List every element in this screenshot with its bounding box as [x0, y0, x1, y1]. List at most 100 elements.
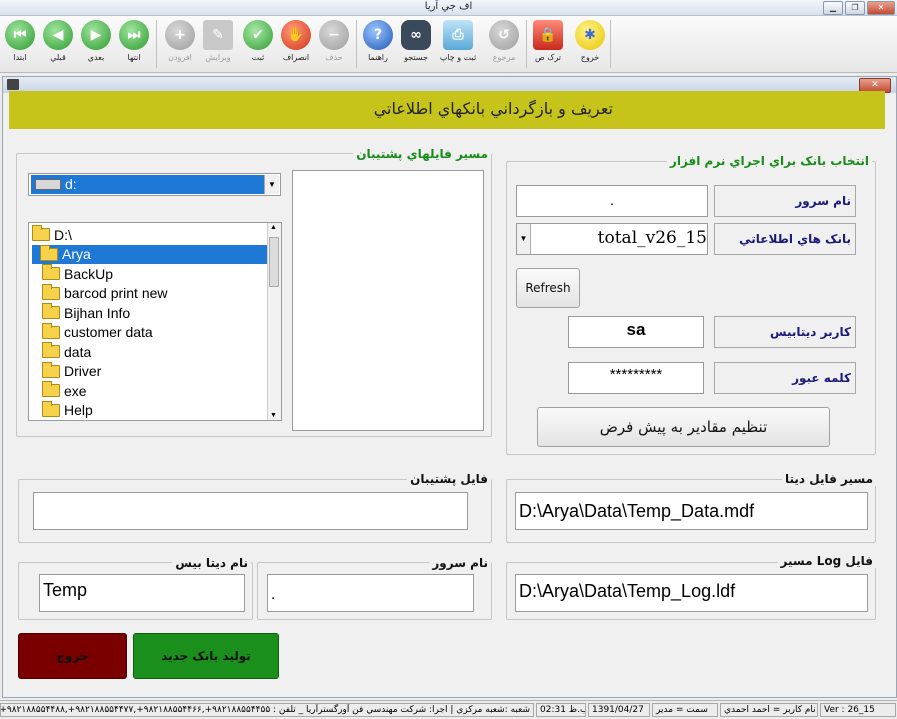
cancel-hand-icon: ✋ [281, 20, 311, 50]
tree-item[interactable]: data [32, 342, 268, 362]
server-label: نام سرور [714, 185, 856, 217]
close-button[interactable]: ✕ [867, 1, 895, 15]
save-print-button[interactable]: ⎙ ثبت و چاپ [438, 18, 478, 70]
tree-item[interactable]: exe [32, 381, 268, 401]
bank-select-legend: انتخاب بانک براي اجراي نرم افزار [666, 154, 872, 168]
tree-item[interactable]: Help [32, 400, 268, 421]
scroll-thumb[interactable] [269, 237, 279, 287]
last-record-button[interactable]: ⏭ انتها [114, 18, 154, 70]
folder-icon [42, 283, 60, 300]
first-record-button[interactable]: ⏮ ابتدا [0, 18, 40, 70]
add-button[interactable]: + افزودن [160, 18, 200, 70]
save-button[interactable]: ✔ ثبت [238, 18, 278, 70]
refresh-button[interactable]: Refresh [516, 268, 580, 308]
window-title-bar: اف جي آريا ▁ ❐ ✕ [0, 0, 897, 16]
db-user-label: کاربر ديتابيس [714, 316, 856, 348]
edit-button[interactable]: ✎ ويرايش [198, 18, 238, 70]
tree-item-label: Driver [64, 363, 102, 380]
db-name-input[interactable]: Temp [39, 574, 245, 612]
help-button[interactable]: ? راهنما [358, 18, 398, 70]
status-info: شعبه :شعبه مرکزي | اجرا: شرکت مهندسي فن … [0, 703, 534, 717]
scroll-down-icon[interactable]: ▼ [270, 412, 277, 419]
cancel-button[interactable]: ✋ انصراف [276, 18, 316, 70]
folder-icon [42, 322, 60, 339]
delete-button[interactable]: − حذف [314, 18, 354, 70]
database-label: بانک هاي اطلاعاتي [714, 223, 856, 255]
chevron-down-icon[interactable]: ▼ [264, 175, 279, 194]
server-name-input[interactable]: . [267, 574, 474, 612]
exit-app-button[interactable]: ✱ خروج [570, 18, 610, 70]
binoculars-search-icon: ∞ [401, 20, 431, 50]
tree-item[interactable]: customer data [32, 322, 268, 343]
folder-icon [42, 303, 60, 320]
tree-item-label: Help [64, 402, 93, 419]
drive-icon [35, 179, 61, 190]
form-header: تعريف و بازگرداني بانکهاي اطلاعاتي [9, 91, 885, 129]
tree-item-label: exe [64, 382, 87, 399]
database-form-window: ✕ تعريف و بازگرداني بانکهاي اطلاعاتي مسي… [2, 76, 897, 698]
tree-item-selected[interactable]: Arya [32, 244, 268, 264]
status-bar: Ver : 26_15 نام کاربر = احمد احمدي سمت =… [0, 700, 897, 719]
db-name-legend: نام ديتا بيس [172, 556, 251, 570]
tree-item[interactable]: barcod print new [32, 283, 268, 304]
last-record-icon: ⏭ [119, 20, 149, 50]
server-input[interactable]: . [516, 185, 708, 217]
window-title: اف جي آريا [424, 1, 473, 12]
help-icon: ? [363, 20, 393, 50]
status-date: 1391/04/27 [588, 703, 650, 717]
folder-open-icon [32, 225, 50, 242]
next-record-icon: ▶ [81, 20, 111, 50]
backup-file-input[interactable] [33, 492, 468, 530]
tree-scrollbar[interactable]: ▲ ▼ [267, 223, 281, 420]
toolbar-separator [610, 20, 611, 68]
drive-value: d: [65, 176, 77, 192]
previous-record-button[interactable]: ◀ قبلي [38, 18, 78, 70]
tree-item-root[interactable]: D:\ [32, 225, 268, 245]
folder-icon [42, 264, 60, 281]
maximize-button[interactable]: ❐ [845, 1, 865, 15]
create-database-button[interactable]: توليد بانک جديد [133, 633, 279, 679]
backup-files-list[interactable] [292, 170, 484, 431]
tree-item[interactable]: BackUp [32, 264, 268, 284]
folder-icon [42, 361, 60, 378]
drive-select[interactable]: d: ▼ [28, 173, 281, 196]
search-button[interactable]: ∞ جستجو [396, 18, 436, 70]
save-checkmark-icon: ✔ [243, 20, 273, 50]
form-exit-button[interactable]: خروج [18, 633, 127, 679]
reset-defaults-button[interactable]: تنظيم مقادير به پيش فرض [537, 407, 830, 447]
password-input[interactable]: ********* [568, 362, 704, 394]
password-label: کلمه عبور [714, 362, 856, 394]
folder-icon [42, 381, 60, 398]
folder-tree[interactable]: D:\ Arya BackUp barcod print new Bijhan … [28, 222, 282, 421]
db-user-input[interactable]: sa [568, 316, 704, 348]
log-file-input[interactable]: D:\Arya\Data\Temp_Log.ldf [515, 574, 868, 612]
exit-icon: ✱ [575, 20, 605, 50]
tree-item-label: BackUp [64, 265, 114, 282]
return-button[interactable]: ↺ مرجوع [484, 18, 524, 70]
form-title: تعريف و بازگرداني بانکهاي اطلاعاتي [373, 99, 613, 118]
toolbar-separator [156, 20, 157, 68]
tree-item-label: Arya [62, 246, 91, 263]
folder-icon [42, 400, 60, 417]
scroll-up-icon[interactable]: ▲ [270, 224, 277, 231]
next-record-button[interactable]: ▶ بعدي [76, 18, 116, 70]
log-file-legend: مسير Log فايل [777, 554, 876, 568]
tree-item-label: Bijhan Info [64, 304, 131, 321]
previous-record-icon: ◀ [43, 20, 73, 50]
minimize-button[interactable]: ▁ [823, 1, 843, 15]
app-icon [7, 79, 19, 90]
data-file-input[interactable]: D:\Arya\Data\Temp_Data.mdf [515, 492, 868, 530]
database-select[interactable]: ▼ total_v26_15 [516, 223, 708, 255]
chevron-down-icon[interactable]: ▼ [517, 224, 531, 254]
folder-icon [42, 342, 60, 359]
lock-icon: 🔒 [533, 20, 563, 50]
data-file-legend: مسير فايل ديتا [781, 472, 876, 486]
return-icon: ↺ [489, 20, 519, 50]
lock-button[interactable]: 🔒 ترک ص [528, 18, 568, 70]
tree-item[interactable]: Bijhan Info [32, 303, 268, 323]
toolbar-separator [356, 20, 357, 68]
tree-item[interactable]: Driver [32, 361, 268, 382]
backup-path-legend: مسير فايلهاي پشتيبان [353, 147, 491, 161]
folder-open-icon [40, 244, 58, 261]
add-icon: + [165, 20, 195, 50]
